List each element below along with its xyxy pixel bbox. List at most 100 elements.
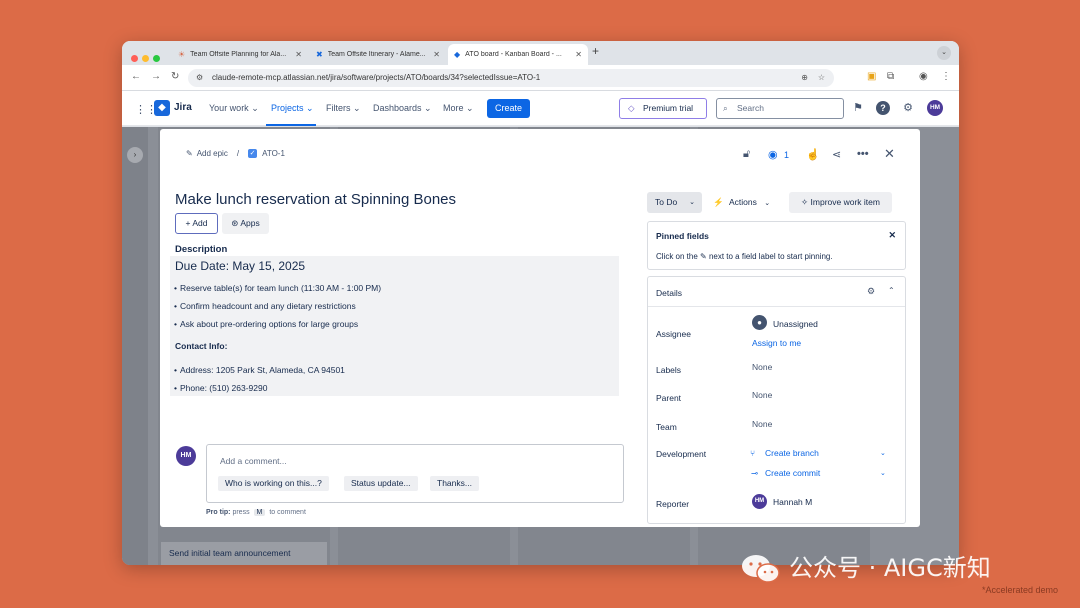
tab-ato-board[interactable]: ◆ ATO board - Kanban Board - ... ✕ bbox=[448, 44, 588, 65]
status-dropdown[interactable]: To Do ⌄ bbox=[647, 192, 702, 213]
help-icon[interactable]: ? bbox=[876, 101, 890, 115]
nav-your-work[interactable]: Your work ⌄ bbox=[209, 103, 259, 114]
extension-icon[interactable]: ▣ bbox=[867, 71, 876, 82]
commit-icon: ⊸ bbox=[751, 468, 759, 478]
close-pinned-icon[interactable]: ✕ bbox=[888, 230, 896, 241]
thumbs-up-icon[interactable]: ☝ bbox=[806, 148, 820, 161]
tab-offsite-itinerary[interactable]: ✖ Team Offsite Itinerary - Alame... ✕ bbox=[310, 44, 446, 65]
issue-title[interactable]: Make lunch reservation at Spinning Bones bbox=[175, 191, 456, 208]
quick-reply-who-is-working[interactable]: Who is working on this...? bbox=[218, 476, 329, 491]
assignee-value[interactable]: Unassigned bbox=[773, 319, 818, 329]
chevron-down-icon[interactable]: ⌄ bbox=[880, 469, 886, 477]
jira-logo-icon[interactable]: ◆ bbox=[154, 100, 170, 116]
watch-eye-icon[interactable]: ◉ bbox=[768, 148, 778, 161]
maximize-window-button[interactable] bbox=[153, 55, 160, 62]
close-tab-icon[interactable]: ✕ bbox=[433, 50, 440, 59]
add-epic-link[interactable]: Add epic bbox=[197, 149, 228, 158]
labels-label: Labels bbox=[656, 365, 682, 375]
comment-input[interactable]: Add a comment... Who is working on this.… bbox=[206, 444, 624, 503]
create-branch-link[interactable]: Create branch bbox=[765, 448, 819, 458]
due-date-heading: Due Date: May 15, 2025 bbox=[175, 259, 306, 273]
accelerated-demo-note: *Accelerated demo bbox=[982, 585, 1059, 595]
nav-filters[interactable]: Filters ⌄ bbox=[326, 103, 361, 114]
share-icon[interactable]: ⋖ bbox=[832, 148, 841, 161]
gem-icon: ◇ bbox=[628, 103, 635, 113]
reload-icon[interactable]: ↻ bbox=[171, 71, 179, 82]
unassigned-avatar-icon: ● bbox=[752, 315, 767, 330]
tab-favicon-icon: ✖ bbox=[316, 50, 323, 59]
search-input[interactable]: ⌕ Search bbox=[716, 98, 844, 119]
search-placeholder: Search bbox=[737, 103, 764, 113]
quick-reply-thanks[interactable]: Thanks... bbox=[430, 476, 479, 491]
watch-count: 1 bbox=[784, 150, 790, 160]
url-field[interactable]: ⚙ claude-remote-mcp.atlassian.net/jira/s… bbox=[188, 69, 834, 87]
parent-value[interactable]: None bbox=[752, 390, 772, 400]
site-info-icon[interactable]: ⚙ bbox=[196, 69, 203, 87]
watermark-text: 公众号 · AIGC新知 bbox=[789, 554, 991, 582]
new-tab-button[interactable]: + bbox=[592, 44, 599, 58]
settings-gear-icon[interactable]: ⚙ bbox=[901, 101, 915, 115]
board-card[interactable]: Send initial team announcement bbox=[161, 542, 327, 565]
assignee-label: Assignee bbox=[656, 329, 691, 339]
description-label: Description bbox=[175, 244, 228, 255]
status-label: To Do bbox=[655, 197, 678, 207]
close-tab-icon[interactable]: ✕ bbox=[575, 50, 582, 59]
notifications-icon[interactable]: ⚑ bbox=[851, 101, 865, 115]
chevron-down-icon: ⌄ bbox=[689, 199, 695, 206]
tab-offsite-planning[interactable]: ☀ Team Offsite Planning for Ala... ✕ bbox=[172, 44, 308, 65]
contact-heading: Contact Info: bbox=[175, 341, 228, 351]
description-editor[interactable]: Due Date: May 15, 2025 Reserve table(s) … bbox=[170, 256, 619, 396]
url-text: claude-remote-mcp.atlassian.net/jira/sof… bbox=[212, 73, 541, 82]
details-settings-gear-icon[interactable]: ⚙ bbox=[867, 286, 875, 297]
chevron-down-icon[interactable]: ⌄ bbox=[880, 449, 886, 457]
puzzle-extensions-icon[interactable]: ⧉ bbox=[887, 71, 894, 82]
tab-favicon-icon: ☀ bbox=[178, 50, 186, 59]
apps-label: Apps bbox=[240, 218, 260, 228]
details-header[interactable]: Details ⚙ ⌃ bbox=[648, 277, 905, 307]
nav-dashboards[interactable]: Dashboards ⌄ bbox=[373, 103, 432, 114]
improve-work-item-button[interactable]: ✧ Improve work item bbox=[789, 192, 892, 213]
create-commit-link[interactable]: Create commit bbox=[765, 468, 820, 478]
forward-icon[interactable]: → bbox=[151, 71, 161, 82]
tab-search-chevron-icon[interactable]: ⌄ bbox=[937, 46, 951, 60]
nav-more[interactable]: More ⌄ bbox=[443, 103, 474, 114]
breadcrumb-separator: / bbox=[236, 149, 240, 158]
profile-icon[interactable]: ◉ bbox=[919, 71, 928, 82]
expand-sidebar-chevron-icon[interactable]: › bbox=[127, 147, 143, 163]
back-icon[interactable]: ← bbox=[131, 71, 141, 82]
minimize-window-button[interactable] bbox=[142, 55, 149, 62]
browser-menu-icon[interactable]: ⋮ bbox=[941, 71, 951, 82]
collapse-chevron-icon[interactable]: ⌃ bbox=[888, 286, 895, 295]
breadcrumb: ✎ Add epic / ✓ ATO-1 bbox=[186, 149, 285, 158]
tab-bar: ☀ Team Offsite Planning for Ala... ✕ ✖ T… bbox=[122, 41, 959, 65]
address-bar-row: ← → ↻ ⚙ claude-remote-mcp.atlassian.net/… bbox=[122, 65, 959, 91]
comment-placeholder: Add a comment... bbox=[220, 456, 287, 466]
reporter-avatar: HM bbox=[752, 494, 767, 509]
pro-tip: Pro tip: press M to comment bbox=[206, 509, 306, 516]
user-avatar[interactable]: HM bbox=[927, 100, 943, 116]
actions-dropdown[interactable]: ⚡ Actions ⌄ bbox=[713, 192, 770, 213]
premium-trial-button[interactable]: ◇ Premium trial bbox=[619, 98, 707, 119]
assign-to-me-link[interactable]: Assign to me bbox=[752, 338, 801, 348]
more-actions-icon[interactable]: ••• bbox=[857, 148, 869, 160]
add-button[interactable]: + Add bbox=[175, 213, 218, 234]
close-modal-icon[interactable]: ✕ bbox=[884, 146, 895, 162]
premium-label: Premium trial bbox=[643, 103, 694, 113]
bookmark-star-icon[interactable]: ☆ bbox=[818, 69, 825, 87]
close-tab-icon[interactable]: ✕ bbox=[295, 50, 302, 59]
apps-button[interactable]: ⊛ Apps bbox=[222, 213, 269, 234]
jira-logo-text[interactable]: Jira bbox=[174, 102, 192, 113]
issue-key-link[interactable]: ATO-1 bbox=[262, 149, 285, 158]
protip-label: Pro tip: bbox=[206, 509, 231, 516]
wechat-icon bbox=[741, 554, 781, 584]
labels-value[interactable]: None bbox=[752, 362, 772, 372]
team-value[interactable]: None bbox=[752, 419, 772, 429]
nav-projects[interactable]: Projects ⌄ bbox=[271, 103, 314, 114]
reporter-value[interactable]: Hannah M bbox=[773, 497, 812, 507]
zoom-icon[interactable]: ⊕ bbox=[801, 69, 808, 87]
close-window-button[interactable] bbox=[131, 55, 138, 62]
create-button[interactable]: Create bbox=[487, 99, 530, 118]
lock-icon[interactable]: 🔓︎ bbox=[743, 148, 750, 161]
quick-reply-status-update[interactable]: Status update... bbox=[344, 476, 418, 491]
tab-favicon-icon: ◆ bbox=[454, 50, 461, 59]
